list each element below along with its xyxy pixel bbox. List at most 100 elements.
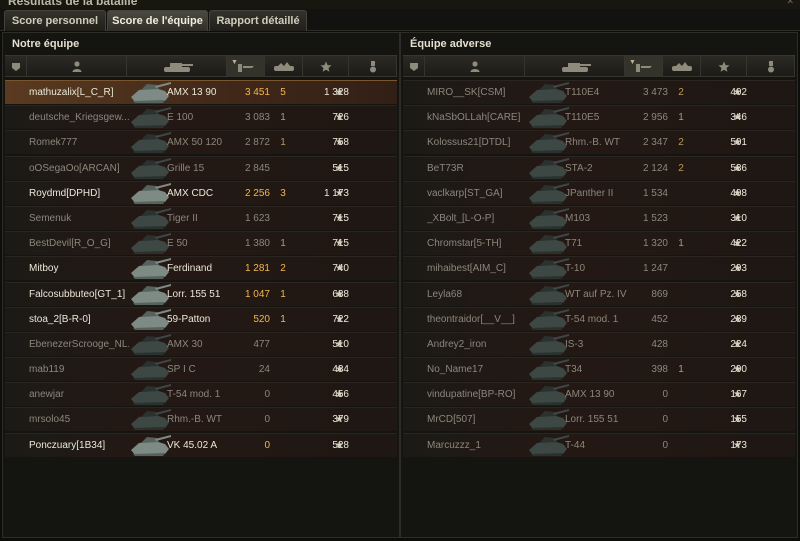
kills-value: 2 <box>678 137 684 149</box>
tank-name: T-54 mod. 1 <box>565 313 619 325</box>
damage-value: 398 <box>651 364 668 376</box>
damage-value: 3 451 <box>244 87 270 98</box>
tank-name: JPanther II <box>565 187 614 199</box>
column-kills[interactable] <box>663 56 701 77</box>
damage-value: 1 534 <box>642 187 668 199</box>
player-row[interactable]: mrsolo45 Rhm.-B. WT 0 379 ★ <box>5 407 397 432</box>
star-icon: ★ <box>335 338 344 350</box>
column-vehicle[interactable] <box>127 56 227 77</box>
player-name: mrsolo45 <box>29 414 71 426</box>
player-row[interactable]: mathuzalix[L_C_R] AMX 13 90 3 451 5 1 328 ★ <box>5 80 397 104</box>
player-row[interactable]: anewjar T-54 mod. 1 0 456 ★ <box>5 382 397 407</box>
player-name: vindupatine[BP-RO] <box>427 389 516 401</box>
kills-icon <box>272 61 296 72</box>
tank-icon <box>125 358 173 382</box>
player-row[interactable]: vaclkarp[ST_GA] JPanther II 1 534 408 ★ <box>403 180 795 205</box>
player-row[interactable]: _XBolt_[L-O-P] M103 1 523 310 ★ <box>403 205 795 230</box>
tank-icon <box>125 207 173 231</box>
column-experience-star[interactable] <box>701 56 747 77</box>
column-squad[interactable] <box>5 56 27 77</box>
tab-score-equipe[interactable]: Score de l'équipe <box>107 10 208 31</box>
damage-value: 2 256 <box>244 187 270 199</box>
star-icon: ★ <box>733 162 742 174</box>
column-medal[interactable] <box>349 56 397 77</box>
damage-value: 2 845 <box>244 162 270 174</box>
tank-icon <box>125 182 173 206</box>
player-row[interactable]: BestDevil[R_O_G] E 50 1 380 1 715 ★ <box>5 231 397 256</box>
tank-name: STA-2 <box>565 162 593 174</box>
player-row[interactable]: Ponczuary[1B34] VK 45.02 A 0 528 ★ <box>5 432 397 457</box>
star-icon: ★ <box>335 288 344 300</box>
column-vehicle[interactable] <box>525 56 625 77</box>
player-row[interactable]: MIRO__SK[CSM] T110E4 3 473 2 402 ★ <box>403 80 795 104</box>
player-row[interactable]: Semenuk Tiger II 1 623 715 ★ <box>5 205 397 231</box>
tank-name: Ferdinand <box>167 263 213 275</box>
tank-icon <box>125 232 173 256</box>
player-row[interactable]: mihaibest[AIM_C] T-10 1 247 293 ★ <box>403 256 795 281</box>
star-icon: ★ <box>335 162 344 174</box>
player-row[interactable]: Romek777 AMX 50 120 2 872 1 758 ★ <box>5 130 397 155</box>
kills-value: 1 <box>280 313 286 325</box>
player-name: mab119 <box>29 364 65 376</box>
tank-icon <box>523 283 571 307</box>
player-name: oOSegaOo[ARCAN] <box>29 162 120 174</box>
player-row[interactable]: theontraidor[__V__] T-54 mod. 1 452 239 ★ <box>403 306 795 331</box>
player-row[interactable]: oOSegaOo[ARCAN] Grille 15 2 845 515 ★ <box>5 155 397 180</box>
player-row[interactable]: deutsche_Kriegsgew... E 100 3 083 1 726 ★ <box>5 105 397 130</box>
star-icon: ★ <box>733 212 742 224</box>
player-row[interactable]: Leyla68 WT auf Pz. IV 869 258 ★ <box>403 281 795 307</box>
player-row[interactable]: No_Name17 T34 398 1 290 ★ <box>403 357 795 382</box>
player-row[interactable]: kNaSbOLLah[CARE] T110E5 2 956 1 346 ★ <box>403 105 795 130</box>
player-row[interactable]: BeT73R STA-2 2 124 2 536 ★ <box>403 155 795 181</box>
column-player[interactable] <box>27 56 127 77</box>
player-icon <box>470 61 480 72</box>
star-icon: ★ <box>733 389 742 401</box>
damage-value: 2 347 <box>642 137 668 149</box>
player-row[interactable]: EbenezerScrooge_NL... AMX 30 477 510 ★ <box>5 331 397 356</box>
damage-value: 2 872 <box>244 137 270 149</box>
ally-team-panel: Notre équipe ▼ mathuzalix[L_C_R] AMX 13 9… <box>2 32 400 538</box>
player-row[interactable]: stoa_2[B-R-0] 59-Patton 520 1 722 ★ <box>5 306 397 331</box>
column-experience-star[interactable] <box>303 56 349 77</box>
player-row[interactable]: MrCD[507] Lorr. 155 51 0 155 ★ <box>403 407 795 432</box>
damage-value: 0 <box>264 389 270 401</box>
star-icon: ★ <box>335 137 344 149</box>
damage-value: 1 047 <box>244 288 270 300</box>
player-name: vaclkarp[ST_GA] <box>427 187 503 199</box>
player-row[interactable]: vindupatine[BP-RO] AMX 13 90 0 167 ★ <box>403 382 795 407</box>
star-icon: ★ <box>335 364 344 376</box>
column-damage[interactable]: ▼ <box>625 56 663 77</box>
enemy-team-panel: Équipe adverse ▼ MIRO__SK[CSM] T110E4 3 47… <box>400 32 798 538</box>
damage-value: 1 623 <box>244 212 270 224</box>
enemy-column-header: ▼ <box>403 55 795 77</box>
column-player[interactable] <box>425 56 525 77</box>
tank-icon <box>523 157 571 181</box>
damage-icon <box>635 61 653 73</box>
window-titlebar: Résultats de la bataille ✕ <box>0 0 800 9</box>
player-row[interactable]: Marcuzzz_1 T-44 0 173 ★ <box>403 432 795 457</box>
tank-name: T-54 mod. 1 <box>167 389 221 401</box>
player-row[interactable]: Chromstar[5-TH] T71 1 320 1 422 ★ <box>403 231 795 256</box>
player-row[interactable]: Andrey2_iron IS-3 428 224 ★ <box>403 331 795 356</box>
star-icon: ★ <box>335 87 344 98</box>
tank-icon <box>523 232 571 256</box>
tank-name: Rhm.-B. WT <box>565 137 620 149</box>
tab-score-personnel[interactable]: Score personnel <box>4 10 106 31</box>
tab-bar: Score personnel Score de l'équipe Rappor… <box>0 9 800 31</box>
column-kills[interactable] <box>265 56 303 77</box>
star-icon: ★ <box>733 263 742 275</box>
player-row[interactable]: mab119 SP I C 24 434 ★ <box>5 357 397 382</box>
damage-value: 3 473 <box>642 87 668 98</box>
player-row[interactable]: Roydmd[DPHD] AMX CDC 2 256 3 1 173 ★ <box>5 180 397 206</box>
column-damage[interactable]: ▼ <box>227 56 265 77</box>
player-row[interactable]: Kolossus21[DTDL] Rhm.-B. WT 2 347 2 501 ★ <box>403 130 795 155</box>
close-icon[interactable]: ✕ <box>786 0 794 7</box>
tab-rapport-detaille[interactable]: Rapport détaillé <box>209 10 307 31</box>
player-row[interactable]: Mitboy Ferdinand 1 281 2 740 ★ <box>5 256 397 281</box>
tank-icon <box>523 81 571 105</box>
player-row[interactable]: Falcosubbuteo[GT_1] Lorr. 155 51 1 047 1 638… <box>5 281 397 306</box>
star-icon: ★ <box>335 112 344 124</box>
column-medal[interactable] <box>747 56 795 77</box>
star-icon: ★ <box>335 263 344 275</box>
column-squad[interactable] <box>403 56 425 77</box>
